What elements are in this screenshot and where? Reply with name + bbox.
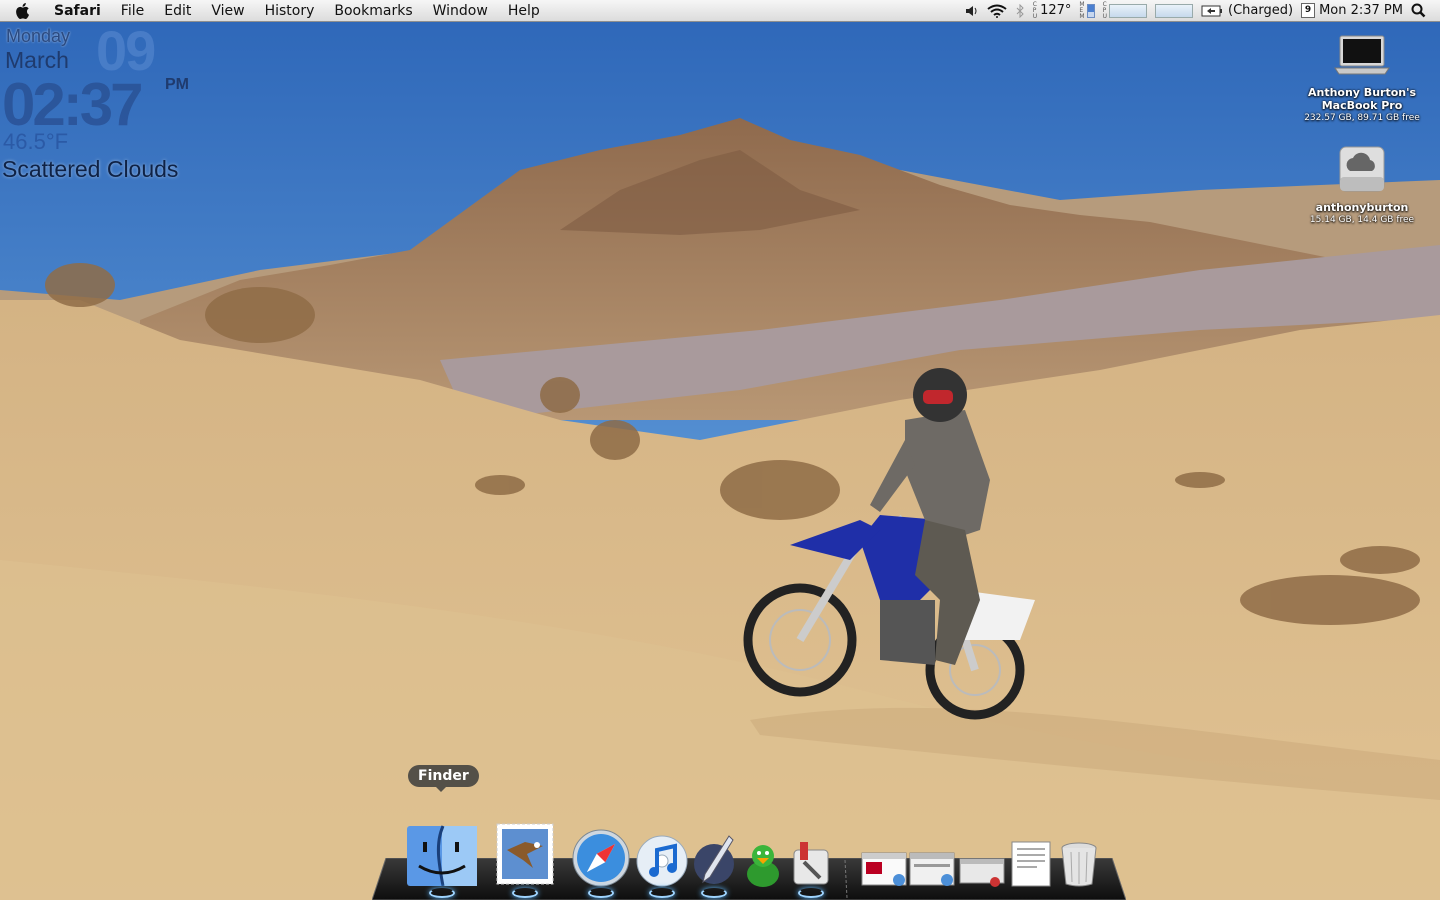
running-indicator	[588, 888, 614, 898]
menu-bar: Safari File Edit View History Bookmarks …	[0, 0, 1440, 22]
adium-duck-icon	[747, 845, 779, 887]
dock-app-itunes[interactable]	[634, 834, 690, 898]
running-indicator	[798, 888, 824, 898]
widget-ampm: PM	[165, 76, 189, 93]
window-thumbnail-icon	[959, 858, 1005, 887]
menu-window[interactable]: Window	[423, 0, 498, 22]
battery-icon[interactable]: (Charged)	[1201, 3, 1293, 18]
dock-app-utility[interactable]	[788, 838, 834, 898]
menu-help[interactable]: Help	[498, 0, 550, 22]
volume-icon[interactable]	[965, 5, 979, 17]
memory-letters: MEM	[1079, 0, 1085, 20]
trash-icon	[1061, 842, 1097, 887]
network-graph	[1155, 3, 1194, 18]
laptop-icon	[1297, 32, 1427, 80]
widget-temperature: 46.5°F	[3, 129, 69, 154]
dock-app-pen[interactable]	[690, 834, 738, 898]
temp-sensor-letters: CPU	[1032, 0, 1038, 20]
dock-stack-document[interactable]	[1008, 840, 1054, 888]
desktop-icon-macbook-info: 232.57 GB, 89.71 GB free	[1304, 113, 1420, 123]
running-indicator	[429, 888, 455, 898]
apple-menu-icon[interactable]	[0, 2, 44, 20]
dock-app-mail[interactable]	[492, 820, 558, 898]
calendar-day: 9	[1301, 3, 1316, 18]
document-icon	[1011, 841, 1051, 887]
safari-compass-icon	[572, 829, 630, 887]
desktop-icon-macbook-pro[interactable]: Anthony Burton's MacBook Pro 232.57 GB, …	[1297, 32, 1427, 124]
spotlight-icon[interactable]	[1411, 3, 1426, 18]
mail-stamp-icon	[496, 823, 554, 885]
cpu-temperature: 127°	[1040, 3, 1072, 18]
running-indicator	[701, 888, 727, 898]
dock-minimized-window-2[interactable]	[908, 852, 956, 888]
dock-trash[interactable]	[1056, 840, 1102, 888]
itunes-music-icon	[636, 835, 688, 887]
finder-icon	[407, 825, 477, 887]
window-thumbnail-icon	[861, 852, 907, 886]
desktop-wallpaper	[0, 0, 1440, 900]
dock-app-finder[interactable]	[404, 824, 480, 898]
pen-nib-icon	[694, 835, 734, 884]
bluetooth-icon[interactable]	[1015, 3, 1025, 18]
dock-minimized-window-3[interactable]	[958, 858, 1006, 888]
cloud-drive-icon	[1297, 143, 1427, 195]
dock-app-safari[interactable]	[570, 828, 632, 898]
menubar-clock: Mon 2:37 PM	[1319, 3, 1403, 18]
utility-app-icon	[793, 842, 829, 885]
widget-day: Monday	[6, 26, 71, 46]
network-graph-icon[interactable]	[1155, 3, 1194, 18]
calendar-icon[interactable]: 9 Mon 2:37 PM	[1301, 3, 1403, 18]
menu-history[interactable]: History	[255, 0, 325, 22]
menu-view[interactable]: View	[201, 0, 254, 22]
cpu-temp-icon[interactable]: CPU 127°	[1032, 0, 1072, 20]
running-indicator	[512, 888, 538, 898]
desktop-icon-macbook-name-1: Anthony Burton's	[1307, 86, 1417, 99]
desktop-icon-macbook-name-2: MacBook Pro	[1321, 99, 1403, 112]
desktop-icon-anthonyburton[interactable]: anthonyburton 15.14 GB, 14.4 GB free	[1297, 143, 1427, 226]
cpu-graph	[1109, 3, 1148, 18]
status-menus: CPU 127° MEM CPU (Charged) 9 Mon 2:37 PM	[965, 0, 1440, 22]
window-thumbnail-icon	[909, 852, 955, 886]
battery-status: (Charged)	[1228, 3, 1294, 18]
dock-app-adium[interactable]	[740, 840, 786, 888]
dock-tooltip: Finder	[408, 765, 479, 792]
memory-meter-icon[interactable]: MEM	[1079, 0, 1095, 20]
memory-bar	[1086, 3, 1095, 18]
cpu-letters: CPU	[1102, 0, 1108, 20]
menu-bookmarks[interactable]: Bookmarks	[324, 0, 422, 22]
wifi-icon[interactable]	[987, 4, 1007, 18]
dock-minimized-window-1[interactable]	[860, 852, 908, 888]
desktop-icon-cloud-info: 15.14 GB, 14.4 GB free	[1309, 215, 1415, 225]
cpu-graph-icon[interactable]: CPU	[1102, 0, 1148, 20]
desktop-icon-cloud-name: anthonyburton	[1315, 201, 1409, 214]
menu-edit[interactable]: Edit	[154, 0, 201, 22]
running-indicator	[649, 888, 675, 898]
widget-conditions: Scattered Clouds	[2, 156, 179, 182]
dock	[400, 800, 1120, 900]
